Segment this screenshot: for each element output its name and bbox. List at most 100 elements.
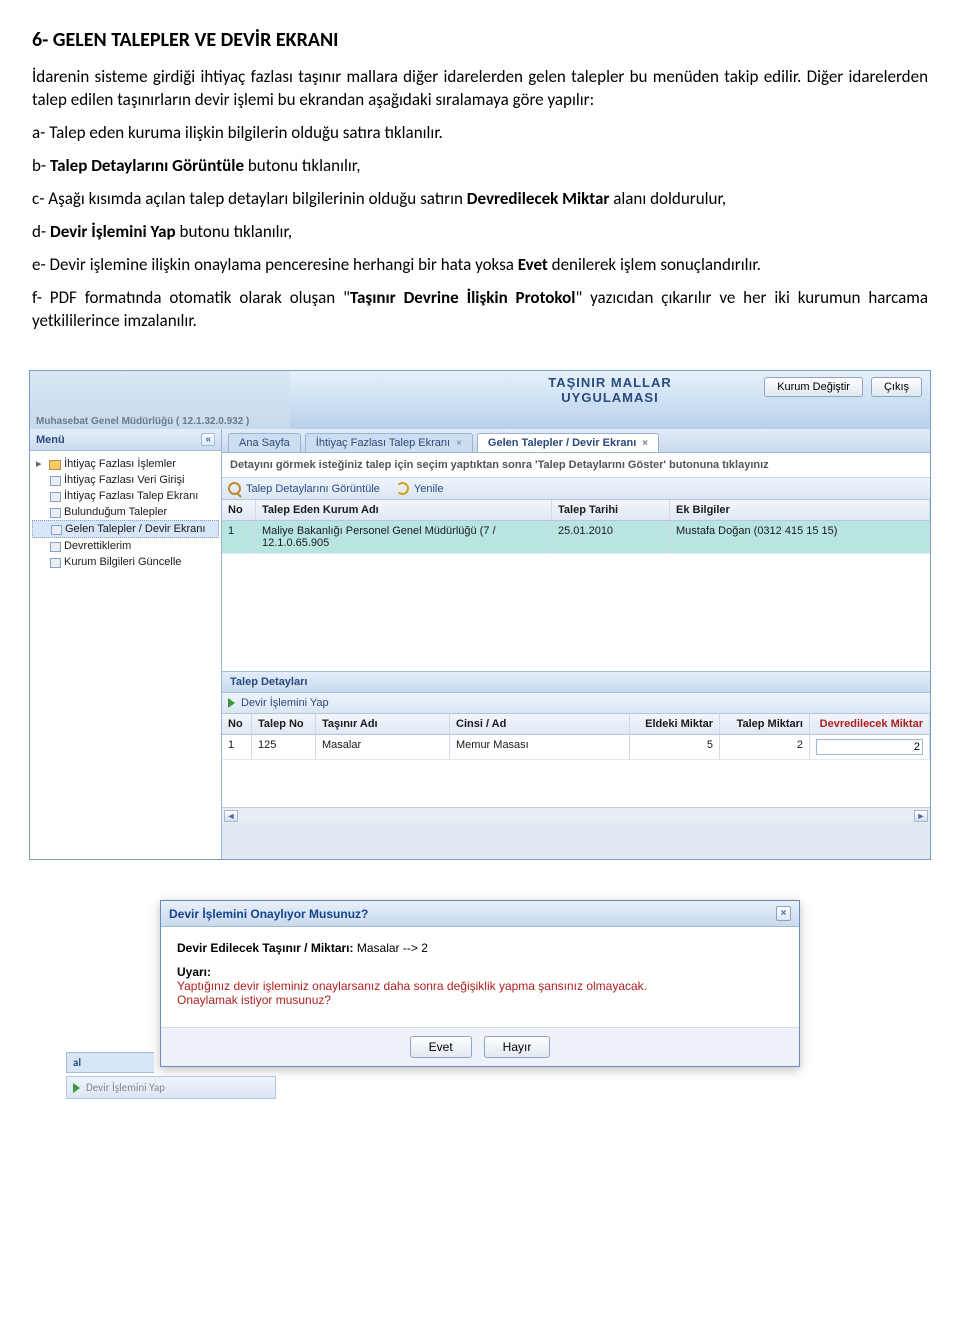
background-tab-fragment: al	[66, 1052, 154, 1073]
dialog-area: al Devir İşlemini Yap Devir İşlemini Ona…	[160, 900, 800, 1067]
tree-item-label: Gelen Talepler / Devir Ekranı	[65, 523, 205, 535]
warn-label: Uyarı:	[177, 965, 783, 979]
tree-item-label: İhtiyaç Fazlası Talep Ekranı	[64, 490, 198, 502]
app-body: Menü « İhtiyaç Fazlası İşlemler İhtiyaç …	[30, 429, 930, 859]
dcell-ad: Masalar	[316, 735, 450, 759]
menu-title: Menü	[36, 434, 65, 446]
leaf-icon	[50, 558, 61, 568]
app-header: Muhasebat Genel Müdürlüğü ( 12.1.32.0.93…	[30, 371, 930, 429]
dialog-buttons: Evet Hayır	[161, 1027, 799, 1066]
leaf-icon	[50, 542, 61, 552]
text-bold: Devredilecek Miktar	[467, 188, 610, 209]
cell-no: 1	[222, 521, 256, 553]
tab-label: Gelen Talepler / Devir Ekranı	[488, 437, 636, 449]
transfer-amount-input[interactable]	[816, 739, 923, 755]
instruction-bar: Detayını görmek isteğiniz talep için seç…	[222, 453, 930, 478]
detail-toolbar: Devir İşlemini Yap	[222, 693, 930, 714]
dialog-title: Devir İşlemini Onaylıyor Musunuz?	[169, 907, 368, 921]
col-header-no: No	[222, 500, 256, 520]
text-bold: Devir İşlemini Yap	[50, 221, 176, 242]
amount-value: Masalar --> 2	[357, 941, 428, 955]
text-bold: Talep Detaylarını Görüntüle	[50, 155, 244, 176]
text: d-	[32, 221, 50, 242]
dcol-no: No	[222, 714, 252, 734]
refresh-icon	[396, 482, 409, 495]
cell-tarih: 25.01.2010	[552, 521, 670, 553]
tree-item-devrettiklerim[interactable]: Devrettiklerim	[32, 538, 219, 554]
doc-step-d: d- Devir İşlemini Yap butonu tıklanılır,	[32, 221, 928, 244]
dcell-devir	[810, 735, 930, 759]
dialog-no-button[interactable]: Hayır	[484, 1036, 551, 1058]
dcol-ad: Taşınır Adı	[316, 714, 450, 734]
refresh-button[interactable]: Yenile	[396, 482, 444, 495]
tab-ana-sayfa[interactable]: Ana Sayfa	[228, 433, 301, 452]
change-org-button[interactable]: Kurum Değiştir	[764, 377, 863, 397]
arrow-right-icon	[228, 698, 235, 708]
dialog-warning: Uyarı: Yaptığınız devir işleminiz onayla…	[177, 965, 783, 1007]
view-details-button[interactable]: Talep Detaylarını Görüntüle	[228, 482, 380, 495]
warn-text-1: Yaptığınız devir işleminiz onaylarsanız …	[177, 979, 783, 993]
tool-label: Yenile	[414, 483, 444, 495]
dcol-talepno: Talep No	[252, 714, 316, 734]
dialog-close-button[interactable]: ×	[776, 906, 791, 921]
menu-panel: Menü « İhtiyaç Fazlası İşlemler İhtiyaç …	[30, 429, 222, 859]
tree-item-talep-ekrani[interactable]: İhtiyaç Fazlası Talep Ekranı	[32, 488, 219, 504]
warn-text-2: Onaylamak istiyor musunuz?	[177, 993, 783, 1007]
tree-item-label: Devrettiklerim	[64, 540, 131, 552]
do-transfer-button[interactable]: Devir İşlemini Yap	[241, 697, 329, 709]
scroll-left-icon[interactable]: ◄	[224, 810, 238, 822]
dcol-cinsi: Cinsi / Ad	[450, 714, 630, 734]
col-header-kurum: Talep Eden Kurum Adı	[256, 500, 552, 520]
tab-bar: Ana Sayfa İhtiyaç Fazlası Talep Ekranı× …	[222, 429, 930, 453]
text: f- PDF formatında otomatik olarak oluşan…	[32, 287, 350, 308]
doc-step-a: a- Talep eden kuruma ilişkin bilgilerin …	[32, 122, 928, 145]
dialog-body: Devir Edilecek Taşınır / Miktarı: Masala…	[161, 927, 799, 1027]
main-area: Ana Sayfa İhtiyaç Fazlası Talep Ekranı× …	[222, 429, 930, 859]
amount-label: Devir Edilecek Taşınır / Miktarı:	[177, 941, 357, 955]
header-buttons: Kurum Değiştir Çıkış	[764, 377, 922, 397]
table-row[interactable]: 1 Maliye Bakanlığı Personel Genel Müdürl…	[222, 521, 930, 554]
tab-talep-ekrani[interactable]: İhtiyaç Fazlası Talep Ekranı ×	[305, 433, 473, 452]
dcol-devir: Devredilecek Miktar	[810, 714, 930, 734]
tree-item-veri-girisi[interactable]: İhtiyaç Fazlası Veri Girişi	[32, 472, 219, 488]
doc-step-f: f- PDF formatında otomatik olarak oluşan…	[32, 287, 928, 333]
col-header-ek: Ek Bilgiler	[670, 500, 930, 520]
tree-item-kurum-guncelle[interactable]: Kurum Bilgileri Güncelle	[32, 554, 219, 570]
dialog-yes-button[interactable]: Evet	[410, 1036, 472, 1058]
detail-header: No Talep No Taşınır Adı Cinsi / Ad Eldek…	[222, 714, 930, 735]
dcell-eldeki: 5	[630, 735, 720, 759]
confirm-dialog: Devir İşlemini Onaylıyor Musunuz? × Devi…	[160, 900, 800, 1067]
tree-item-label: Bulunduğum Talepler	[64, 506, 167, 518]
tool-label: Talep Detaylarını Görüntüle	[246, 483, 380, 495]
dcell-no: 1	[222, 735, 252, 759]
text: butonu tıklanılır,	[244, 155, 361, 176]
detail-row[interactable]: 1 125 Masalar Memur Masası 5 2	[222, 735, 930, 760]
menu-header: Menü «	[30, 429, 221, 451]
tree-root[interactable]: İhtiyaç Fazlası İşlemler	[32, 455, 219, 472]
folder-icon	[49, 460, 61, 470]
horizontal-scrollbar[interactable]: ◄ ►	[222, 807, 930, 823]
close-icon[interactable]: ×	[456, 438, 462, 449]
close-icon[interactable]: ×	[642, 438, 648, 449]
tree-item-label: Kurum Bilgileri Güncelle	[64, 556, 181, 568]
background-toolbar-fragment: Devir İşlemini Yap	[66, 1076, 276, 1099]
menu-tree: İhtiyaç Fazlası İşlemler İhtiyaç Fazlası…	[30, 451, 221, 574]
collapse-icon[interactable]: «	[201, 433, 215, 446]
doc-title: 6- GELEN TALEPLER VE DEVİR EKRANI	[32, 28, 928, 52]
doc-step-b: b- Talep Detaylarını Görüntüle butonu tı…	[32, 155, 928, 178]
dcol-talep: Talep Miktarı	[720, 714, 810, 734]
text: b-	[32, 155, 50, 176]
tab-label: İhtiyaç Fazlası Talep Ekranı	[316, 437, 450, 449]
text-bold: Evet	[518, 254, 548, 275]
cell-ek: Mustafa Doğan (0312 415 15 15)	[670, 521, 930, 553]
scroll-right-icon[interactable]: ►	[914, 810, 928, 822]
tree-root-label: İhtiyaç Fazlası İşlemler	[64, 458, 176, 470]
leaf-icon	[50, 476, 61, 486]
tree-item-bulundugum[interactable]: Bulunduğum Talepler	[32, 504, 219, 520]
tab-gelen-talepler[interactable]: Gelen Talepler / Devir Ekranı ×	[477, 433, 659, 452]
exit-button[interactable]: Çıkış	[871, 377, 922, 397]
dcell-talep: 2	[720, 735, 810, 759]
dcell-talepno: 125	[252, 735, 316, 759]
text-bold: Taşınır Devrine İlişkin Protokol	[350, 287, 576, 308]
tree-item-gelen-talepler[interactable]: Gelen Talepler / Devir Ekranı	[32, 520, 219, 538]
